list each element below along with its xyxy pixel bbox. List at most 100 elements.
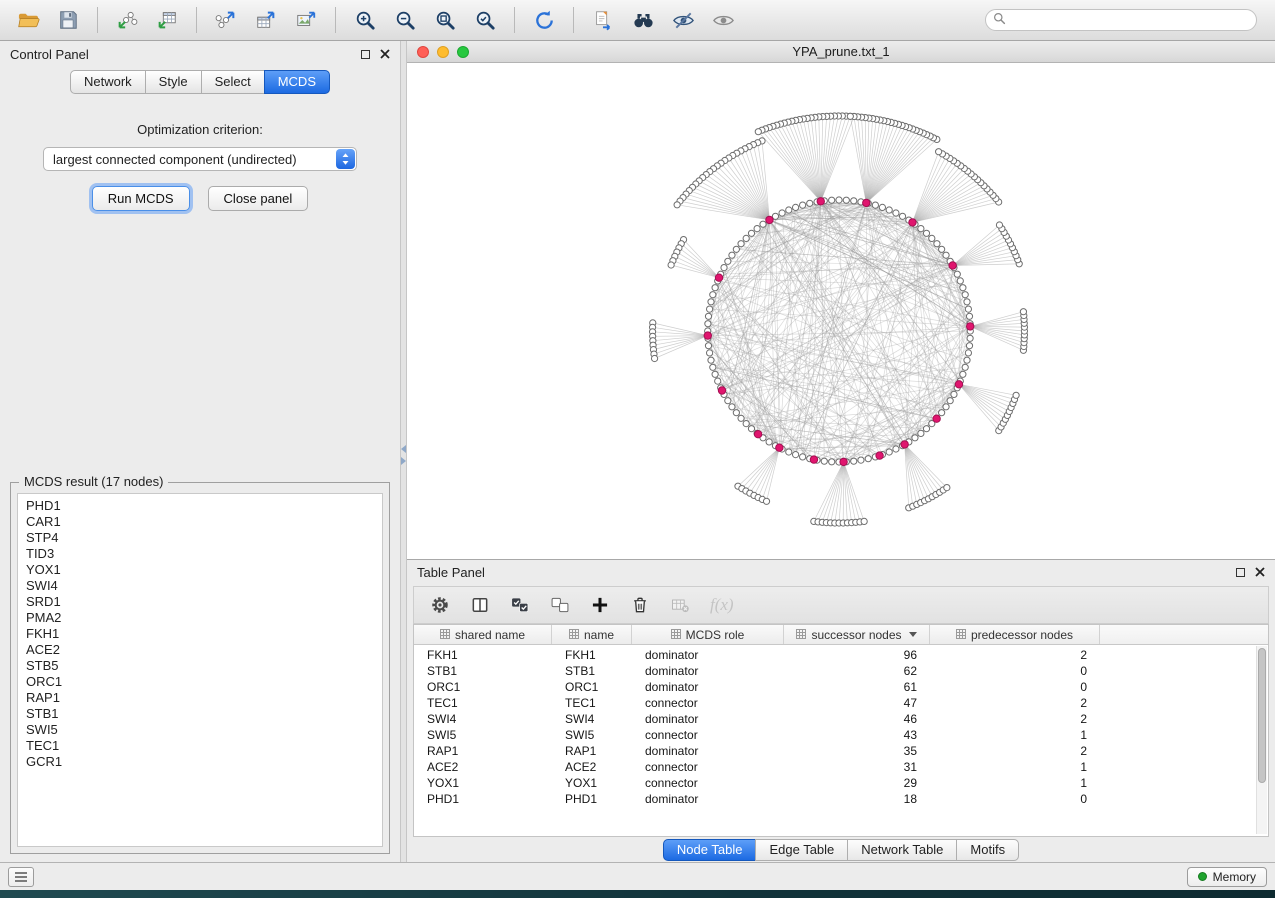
vertical-splitter[interactable] xyxy=(400,41,407,862)
export-table-button[interactable] xyxy=(248,4,284,36)
list-item[interactable]: SRD1 xyxy=(26,594,374,610)
cell[interactable]: 1 xyxy=(930,728,1100,742)
tab-motifs[interactable]: Motifs xyxy=(956,839,1019,861)
table-row[interactable]: STB1STB1dominator620 xyxy=(414,663,1268,679)
cell[interactable]: SWI5 xyxy=(552,728,632,742)
cell[interactable]: STB1 xyxy=(414,664,552,678)
add-column-button[interactable] xyxy=(590,595,610,615)
cell[interactable]: PHD1 xyxy=(552,792,632,806)
close-table-panel-icon[interactable] xyxy=(1255,567,1265,577)
cell[interactable]: connector xyxy=(632,760,784,774)
save-session-button[interactable] xyxy=(50,4,86,36)
cell[interactable]: RAP1 xyxy=(414,744,552,758)
cell[interactable]: 61 xyxy=(784,680,930,694)
cell[interactable]: 47 xyxy=(784,696,930,710)
preview-button[interactable] xyxy=(705,4,741,36)
import-network-button[interactable] xyxy=(109,4,145,36)
cell[interactable]: SWI5 xyxy=(414,728,552,742)
cell[interactable]: dominator xyxy=(632,712,784,726)
search-box[interactable] xyxy=(985,9,1257,31)
cell[interactable]: 2 xyxy=(930,712,1100,726)
table-row[interactable]: ORC1ORC1dominator610 xyxy=(414,679,1268,695)
scrollbar-thumb[interactable] xyxy=(1258,648,1266,783)
cell[interactable]: dominator xyxy=(632,648,784,662)
cell[interactable]: dominator xyxy=(632,744,784,758)
zoom-out-button[interactable] xyxy=(387,4,423,36)
export-network-button[interactable] xyxy=(208,4,244,36)
table-row[interactable]: RAP1RAP1dominator352 xyxy=(414,743,1268,759)
list-item[interactable]: STP4 xyxy=(26,530,374,546)
close-panel-icon[interactable] xyxy=(380,49,390,59)
table-row[interactable]: SWI4SWI4dominator462 xyxy=(414,711,1268,727)
cell[interactable]: 18 xyxy=(784,792,930,806)
table-row[interactable]: TEC1TEC1connector472 xyxy=(414,695,1268,711)
list-item[interactable]: FKH1 xyxy=(26,626,374,642)
cell[interactable]: 96 xyxy=(784,648,930,662)
cell[interactable]: TEC1 xyxy=(552,696,632,710)
table-scrollbar[interactable] xyxy=(1256,646,1267,834)
list-item[interactable]: YOX1 xyxy=(26,562,374,578)
table-row[interactable]: FKH1FKH1dominator962 xyxy=(414,647,1268,663)
zoom-selected-button[interactable] xyxy=(467,4,503,36)
table-row[interactable]: SWI5SWI5connector431 xyxy=(414,727,1268,743)
show-columns-button[interactable] xyxy=(470,595,490,615)
tab-style[interactable]: Style xyxy=(145,70,202,94)
cell[interactable]: ACE2 xyxy=(552,760,632,774)
column-header-successor-nodes[interactable]: successor nodes xyxy=(784,625,930,644)
cell[interactable]: 1 xyxy=(930,760,1100,774)
export-image-button[interactable] xyxy=(288,4,324,36)
list-item[interactable]: TID3 xyxy=(26,546,374,562)
zoom-fit-button[interactable] xyxy=(427,4,463,36)
tab-network[interactable]: Network xyxy=(70,70,146,94)
network-canvas[interactable] xyxy=(407,63,1275,559)
list-item[interactable]: RAP1 xyxy=(26,690,374,706)
open-file-button[interactable] xyxy=(10,4,46,36)
cell[interactable]: STB1 xyxy=(552,664,632,678)
list-item[interactable]: TEC1 xyxy=(26,738,374,754)
refresh-button[interactable] xyxy=(526,4,562,36)
list-item[interactable]: SWI4 xyxy=(26,578,374,594)
list-item[interactable]: ORC1 xyxy=(26,674,374,690)
tab-mcds[interactable]: MCDS xyxy=(264,70,330,94)
cell[interactable]: 31 xyxy=(784,760,930,774)
deselect-all-button[interactable] xyxy=(550,595,570,615)
cell[interactable]: dominator xyxy=(632,680,784,694)
cell[interactable]: FKH1 xyxy=(414,648,552,662)
cell[interactable]: 43 xyxy=(784,728,930,742)
cell[interactable]: PHD1 xyxy=(414,792,552,806)
column-header-name[interactable]: name xyxy=(552,625,632,644)
list-item[interactable]: ACE2 xyxy=(26,642,374,658)
tab-node-table[interactable]: Node Table xyxy=(663,839,757,861)
list-item[interactable]: CAR1 xyxy=(26,514,374,530)
cell[interactable]: 29 xyxy=(784,776,930,790)
list-item[interactable]: PMA2 xyxy=(26,610,374,626)
cell[interactable]: connector xyxy=(632,776,784,790)
list-item[interactable]: STB1 xyxy=(26,706,374,722)
tab-edge-table[interactable]: Edge Table xyxy=(755,839,848,861)
select-all-button[interactable] xyxy=(510,595,530,615)
cell[interactable]: 1 xyxy=(930,776,1100,790)
cell[interactable]: SWI4 xyxy=(552,712,632,726)
share-document-button[interactable] xyxy=(585,4,621,36)
collapse-left-icon[interactable] xyxy=(401,445,406,453)
find-button[interactable] xyxy=(625,4,661,36)
cell[interactable]: 62 xyxy=(784,664,930,678)
cell[interactable]: TEC1 xyxy=(414,696,552,710)
network-titlebar[interactable]: YPA_prune.txt_1 xyxy=(407,41,1275,63)
cell[interactable]: FKH1 xyxy=(552,648,632,662)
cell[interactable]: YOX1 xyxy=(552,776,632,790)
table-row[interactable]: PHD1PHD1dominator180 xyxy=(414,791,1268,807)
memory-button[interactable]: Memory xyxy=(1187,867,1267,887)
status-menu-button[interactable] xyxy=(8,867,34,887)
cell[interactable]: 2 xyxy=(930,696,1100,710)
column-header-MCDS-role[interactable]: MCDS role xyxy=(632,625,784,644)
delete-column-button[interactable] xyxy=(630,595,650,615)
collapse-right-icon[interactable] xyxy=(401,457,406,465)
cell[interactable]: dominator xyxy=(632,792,784,806)
mcds-result-list[interactable]: PHD1CAR1STP4TID3YOX1SWI4SRD1PMA2FKH1ACE2… xyxy=(17,493,383,847)
close-window-button[interactable] xyxy=(417,46,429,58)
tab-select[interactable]: Select xyxy=(201,70,265,94)
cell[interactable]: 35 xyxy=(784,744,930,758)
list-item[interactable]: PHD1 xyxy=(26,498,374,514)
cell[interactable]: 46 xyxy=(784,712,930,726)
